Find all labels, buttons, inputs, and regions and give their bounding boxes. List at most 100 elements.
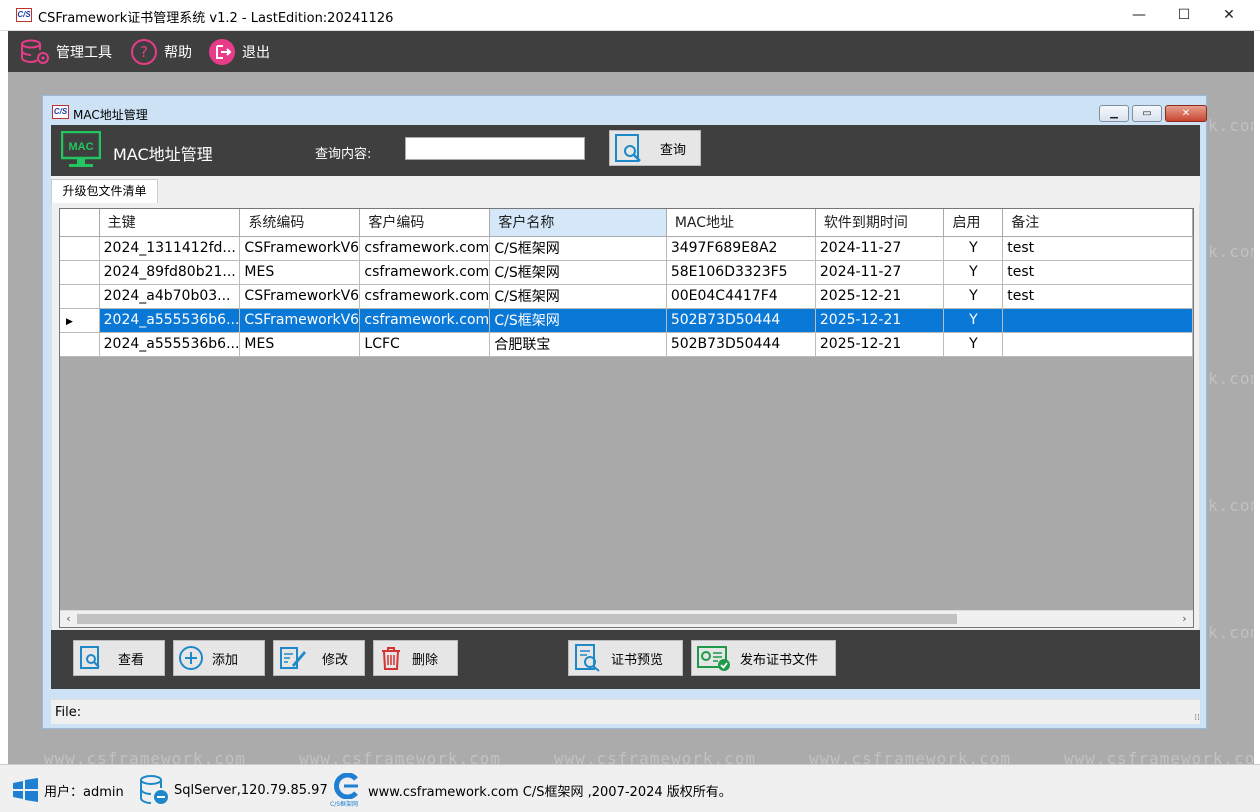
table-cell[interactable]: 2024_1311412fd... <box>99 236 241 261</box>
table-cell[interactable]: C/S框架网 <box>489 308 667 333</box>
table-cell[interactable]: 2025-12-21 <box>815 284 945 309</box>
mac-grid[interactable]: 主键 系统编码 客户编码 客户名称 MAC地址 软件到期时间 启用 备注 2024_13114… <box>59 208 1194 628</box>
scrollbar-thumb[interactable] <box>77 614 957 624</box>
certificate-preview-button[interactable]: 证书预览 <box>568 640 683 676</box>
table-cell[interactable]: csframework.com <box>359 260 491 285</box>
row-header[interactable]: ▶ <box>60 308 100 333</box>
tab-upgrade-files[interactable]: 升级包文件清单 <box>51 179 158 203</box>
data-table: 主键 系统编码 客户编码 客户名称 MAC地址 软件到期时间 启用 备注 2024_13114… <box>60 209 1193 357</box>
add-button[interactable]: 添加 <box>173 640 265 676</box>
column-header[interactable]: 软件到期时间 <box>815 209 945 237</box>
column-header[interactable]: 系统编码 <box>239 209 361 237</box>
table-cell[interactable]: 502B73D50444 <box>666 332 816 357</box>
table-cell[interactable]: 3497F689E8A2 <box>666 236 816 261</box>
table-cell[interactable]: CSFrameworkV6 <box>239 284 361 309</box>
table-cell[interactable]: csframework.com <box>359 284 491 309</box>
column-header[interactable]: 备注 <box>1002 209 1193 237</box>
form-restore-button[interactable]: ▭ <box>1132 105 1162 122</box>
column-header[interactable]: 客户编码 <box>359 209 491 237</box>
row-header[interactable] <box>60 332 100 357</box>
column-header[interactable]: 启用 <box>943 209 1004 237</box>
window-titlebar: C/S CSFramework证书管理系统 v1.2 - LastEdition… <box>0 0 1260 31</box>
table-cell[interactable]: 2025-12-21 <box>815 308 945 333</box>
row-header[interactable] <box>60 236 100 261</box>
table-cell[interactable]: LCFC <box>359 332 491 357</box>
edit-button[interactable]: 修改 <box>273 640 365 676</box>
table-row[interactable]: 2024_a555536b6... MES LCFC 合肥联宝 502B73D50444… <box>60 332 1193 357</box>
search-input[interactable] <box>405 137 585 160</box>
menu-exit-label: 退出 <box>242 45 270 61</box>
table-cell[interactable] <box>1002 332 1193 357</box>
table-cell[interactable]: Y <box>943 236 1004 261</box>
mac-monitor-icon: MAC <box>61 131 101 167</box>
table-cell[interactable]: 2024-11-27 <box>815 260 945 285</box>
copyright-label: www.csframework.com C/S框架网 ,2007-2024 版权… <box>368 784 732 800</box>
table-cell[interactable]: csframework.com <box>359 308 491 333</box>
watermark-text: www.csframework.com <box>554 749 757 764</box>
table-cell[interactable]: C/S框架网 <box>489 236 667 261</box>
mac-logo-text: MAC <box>68 141 93 153</box>
table-row[interactable]: ▶ 2024_a555536b6... CSFrameworkV6 csframewo… <box>60 308 1193 333</box>
watermark-text: k.com <box>1208 116 1254 135</box>
table-cell[interactable]: 2024_a555536b6... <box>99 332 241 357</box>
row-header[interactable] <box>60 284 100 309</box>
table-cell[interactable]: test <box>1002 260 1193 285</box>
table-cell[interactable]: test <box>1002 284 1193 309</box>
form-close-button[interactable]: ✕ <box>1165 105 1207 122</box>
scroll-right-icon[interactable]: › <box>1176 611 1193 627</box>
table-cell[interactable]: MES <box>239 260 361 285</box>
table-cell[interactable]: 2024_89fd80b21... <box>99 260 241 285</box>
column-header[interactable]: MAC地址 <box>666 209 816 237</box>
table-cell[interactable]: 502B73D50444 <box>666 308 816 333</box>
query-button[interactable]: 查询 <box>609 130 701 166</box>
table-cell[interactable]: 2025-12-21 <box>815 332 945 357</box>
horizontal-scrollbar[interactable]: ‹ › <box>60 610 1193 627</box>
page-title: MAC地址管理 <box>113 145 213 164</box>
table-row[interactable]: 2024_a4b70b03... CSFrameworkV6 csframework… <box>60 284 1193 309</box>
minimize-button[interactable]: — <box>1116 0 1162 31</box>
menu-tools-label: 管理工具 <box>56 45 112 61</box>
table-cell[interactable]: CSFrameworkV6 <box>239 308 361 333</box>
table-row[interactable]: 2024_89fd80b21... MES csframework.com C/S框架… <box>60 260 1193 285</box>
resize-grip-icon[interactable]: ⁞⁞ <box>1194 713 1200 723</box>
table-cell[interactable]: MES <box>239 332 361 357</box>
menu-tools[interactable]: 管理工具 <box>20 37 112 67</box>
table-cell[interactable]: test <box>1002 236 1193 261</box>
table-cell[interactable]: 00E04C4417F4 <box>666 284 816 309</box>
publish-certificate-button[interactable]: 发布证书文件 <box>691 640 836 676</box>
table-cell[interactable]: 2024-11-27 <box>815 236 945 261</box>
maximize-button[interactable]: ☐ <box>1161 0 1207 31</box>
watermark-text: k.com <box>1208 369 1254 388</box>
menu-help[interactable]: ? 帮助 <box>130 37 192 67</box>
column-header[interactable]: 客户名称 <box>489 209 667 237</box>
table-cell[interactable]: CSFrameworkV6 <box>239 236 361 261</box>
column-header[interactable]: 主键 <box>99 209 241 237</box>
table-row[interactable]: 2024_1311412fd... CSFrameworkV6 csframewor… <box>60 236 1193 261</box>
table-cell[interactable]: 2024_a4b70b03... <box>99 284 241 309</box>
table-cell[interactable]: 合肥联宝 <box>489 332 667 357</box>
table-cell[interactable]: Y <box>943 260 1004 285</box>
menu-exit[interactable]: 退出 <box>208 37 270 67</box>
table-cell[interactable] <box>1002 308 1193 333</box>
view-button[interactable]: 查看 <box>73 640 165 676</box>
csframework-logo-icon <box>334 772 358 800</box>
watermark-text: www.csframework.com <box>299 749 502 764</box>
delete-button[interactable]: 删除 <box>373 640 458 676</box>
table-cell[interactable]: Y <box>943 332 1004 357</box>
form-minimize-button[interactable]: ▁ <box>1099 105 1129 122</box>
view-button-label: 查看 <box>118 652 145 668</box>
scroll-left-icon[interactable]: ‹ <box>60 611 77 627</box>
table-cell[interactable]: Y <box>943 284 1004 309</box>
table-cell[interactable]: Y <box>943 308 1004 333</box>
table-cell[interactable]: C/S框架网 <box>489 260 667 285</box>
table-cell[interactable]: 58E106D3323F5 <box>666 260 816 285</box>
delete-button-label: 删除 <box>412 652 439 668</box>
close-button[interactable]: ✕ <box>1206 0 1252 31</box>
table-cell[interactable]: 2024_a555536b6... <box>99 308 241 333</box>
row-header[interactable] <box>60 260 100 285</box>
table-cell[interactable]: C/S框架网 <box>489 284 667 309</box>
form-icon: C/S <box>52 105 69 119</box>
action-bar: 查看 添加 修改 删除 证书预览 发布证书文件 <box>51 630 1200 689</box>
table-cell[interactable]: csframework.com <box>359 236 491 261</box>
add-icon <box>179 646 203 670</box>
